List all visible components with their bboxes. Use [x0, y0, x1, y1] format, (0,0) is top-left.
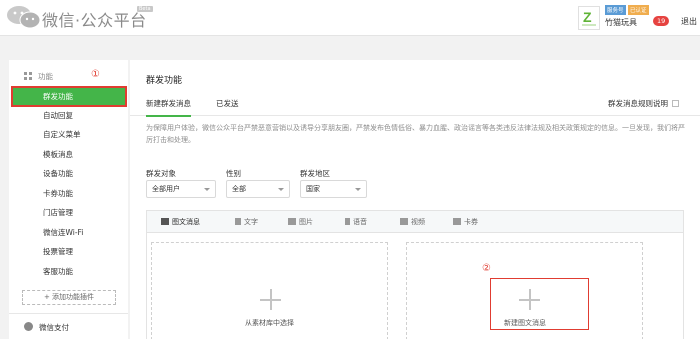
select-from-library-label: 从素材库中选择: [245, 319, 294, 327]
sidebar-item-label: 设备功能: [43, 169, 73, 178]
region-label: 群发地区: [300, 169, 330, 178]
annotation-marker-2: ②: [482, 263, 491, 274]
account-type-badge: 服务号: [605, 5, 626, 15]
plus-icon: [260, 289, 281, 310]
avatar-image-icon: Z: [582, 9, 596, 26]
card-icon: [453, 218, 461, 225]
sidebar-item-auto-reply[interactable]: 自动回复: [9, 106, 128, 125]
sidebar-item-wechat-pay[interactable]: 微信支付: [24, 322, 69, 333]
rules-link-label: 群发消息规则说明: [608, 99, 668, 108]
sidebar-item-label: 微信支付: [39, 323, 69, 332]
sidebar-section-features: 功能: [24, 71, 53, 82]
sidebar: 功能 ① 群发功能 自动回复 自定义菜单 模板消息 设备功能 卡券功能 门店管理…: [9, 60, 128, 339]
sidebar-item-label: 自定义菜单: [43, 130, 81, 139]
tool-label: 图片: [299, 218, 313, 226]
tab-bar: 新建群发消息 已发送 群发消息规则说明: [130, 91, 700, 117]
main-panel: 群发功能 新建群发消息 已发送 群发消息规则说明 为保障用户体验，微信公众平台严…: [130, 60, 700, 339]
sidebar-item-wifi[interactable]: 微信连Wi-Fi: [9, 223, 128, 242]
sidebar-item-custom-menu[interactable]: 自定义菜单: [9, 125, 128, 144]
page-title: 群发功能: [146, 76, 183, 86]
sidebar-item-label: 投票管理: [43, 247, 73, 256]
tab-sent[interactable]: 已发送: [216, 98, 239, 109]
sidebar-item-votes[interactable]: 投票管理: [9, 242, 128, 261]
region-select-value: 国家: [306, 185, 320, 193]
account-name[interactable]: 竹猫玩具: [605, 17, 637, 28]
rules-link[interactable]: 群发消息规则说明: [608, 98, 679, 109]
top-header: 微信·公众平台 Beta Z 服务号 已认证 竹猫玩具 19 退出: [0, 0, 700, 36]
tool-label: 卡券: [464, 218, 478, 226]
annotation-highlight-box: [490, 278, 589, 330]
chevron-down-icon: [278, 188, 284, 191]
tool-label: 视频: [411, 218, 425, 226]
rules-checkbox[interactable]: [672, 100, 679, 107]
sidebar-item-cards[interactable]: 卡券功能: [9, 184, 128, 203]
sidebar-divider: [9, 313, 128, 314]
verified-badge: 已认证: [628, 5, 649, 15]
region-select[interactable]: 国家: [300, 180, 367, 198]
pay-icon: [24, 322, 33, 331]
sidebar-section-label: 功能: [38, 72, 53, 81]
tool-label: 语音: [353, 218, 367, 226]
message-type-toolbar: 图文消息 文字 图片 语音 视频 卡券: [147, 211, 683, 233]
sidebar-item-label: 门店管理: [43, 208, 73, 217]
gender-label: 性别: [226, 169, 241, 178]
sidebar-item-device[interactable]: 设备功能: [9, 164, 128, 183]
grid-icon: [24, 72, 32, 80]
gender-select[interactable]: 全部: [226, 180, 290, 198]
chevron-down-icon: [355, 188, 361, 191]
tool-news[interactable]: 图文消息: [161, 217, 200, 227]
sidebar-item-template-message[interactable]: 模板消息: [9, 145, 128, 164]
select-from-library-slot[interactable]: 从素材库中选择: [151, 242, 388, 339]
logout-link[interactable]: 退出: [681, 16, 697, 27]
sidebar-item-customer-service[interactable]: 客服功能: [9, 262, 128, 281]
add-plugin-button[interactable]: + 添加功能插件: [22, 290, 116, 305]
tab-new-mass-message[interactable]: 新建群发消息: [146, 98, 191, 117]
image-icon: [288, 218, 296, 225]
sidebar-item-label: 模板消息: [43, 150, 73, 159]
tool-voice[interactable]: 语音: [345, 217, 367, 227]
chevron-down-icon: [204, 188, 210, 191]
video-icon: [400, 218, 408, 225]
svg-text:Z: Z: [583, 9, 592, 25]
policy-notice: 为保障用户体验，微信公众平台严禁恶意营销以及诱导分享朋友圈，严禁发布色情低俗、暴…: [146, 124, 685, 144]
tool-video[interactable]: 视频: [400, 217, 425, 227]
target-label: 群发对象: [146, 169, 176, 178]
sidebar-item-mass-send[interactable]: 群发功能: [11, 86, 127, 107]
sidebar-item-label: 微信连Wi-Fi: [43, 228, 84, 237]
wechat-logo-icon: [7, 6, 41, 29]
annotation-marker-1: ①: [91, 69, 100, 80]
sidebar-item-label: 自动回复: [43, 111, 73, 120]
account-avatar[interactable]: Z: [578, 6, 600, 30]
tool-label: 图文消息: [172, 218, 200, 226]
tool-text[interactable]: 文字: [235, 217, 258, 227]
sidebar-item-label: 客服功能: [43, 267, 73, 276]
news-icon: [161, 218, 169, 225]
gender-select-value: 全部: [232, 185, 246, 193]
message-editor: 图文消息 文字 图片 语音 视频 卡券 从素材库中选择 新建图文消息: [146, 210, 684, 339]
tool-image[interactable]: 图片: [288, 217, 313, 227]
sidebar-item-stores[interactable]: 门店管理: [9, 203, 128, 222]
microphone-icon: [345, 218, 350, 225]
target-select[interactable]: 全部用户: [146, 180, 216, 198]
target-select-value: 全部用户: [152, 185, 180, 193]
beta-badge: Beta: [137, 6, 153, 12]
message-count-badge[interactable]: 19: [653, 16, 670, 26]
tool-label: 文字: [244, 218, 258, 226]
tool-card[interactable]: 卡券: [453, 217, 478, 227]
brand-title: 微信·公众平台: [42, 11, 147, 30]
sidebar-item-label: 卡券功能: [43, 189, 73, 198]
sidebar-item-label: 群发功能: [43, 92, 73, 101]
pencil-icon: [235, 218, 241, 225]
